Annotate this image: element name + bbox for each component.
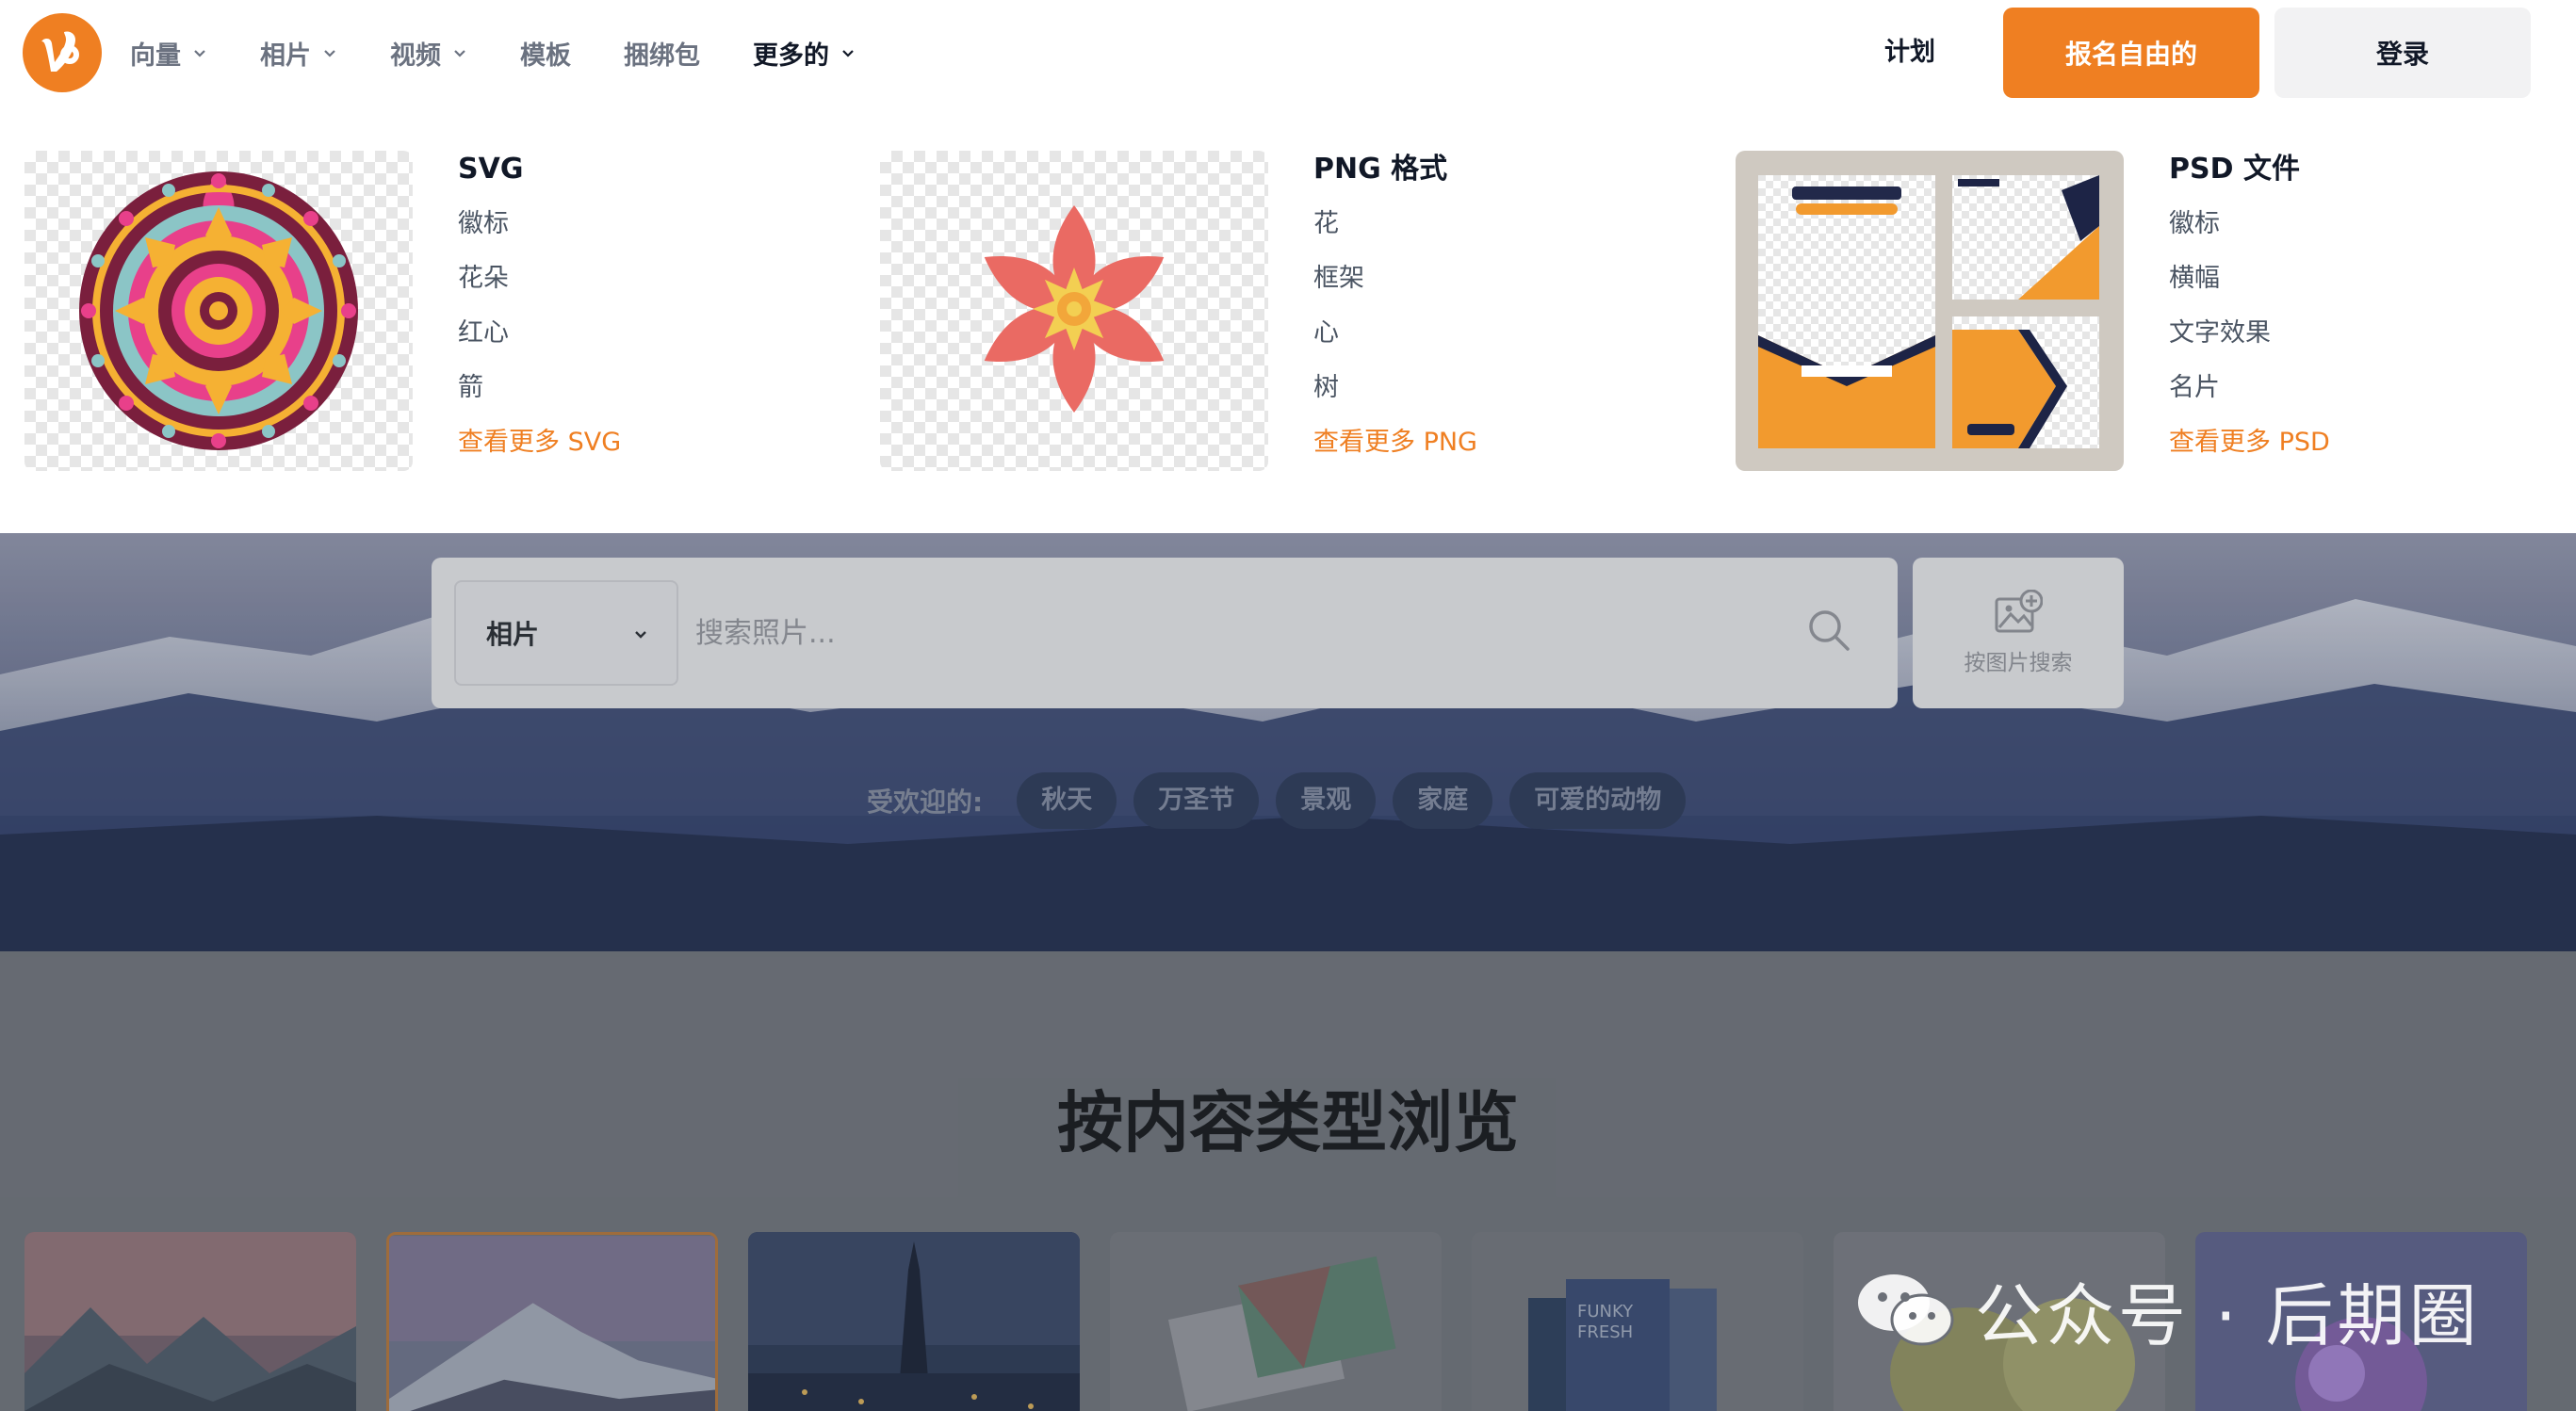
logo-v-icon [41,31,79,72]
dropdown-title-svg[interactable]: SVG [458,151,835,188]
chevron-down-icon [324,50,335,57]
content-card-videos[interactable] [748,1232,1080,1411]
view-more-png-link[interactable]: 查看更多 PNG [1313,424,1690,462]
dropdown-link[interactable]: 红心 [458,315,835,369]
nav-item-label: 视频 [390,41,441,71]
wechat-watermark: 公众号 · 后期圈 [1854,1262,2481,1356]
svg-text:FRESH: FRESH [1577,1322,1633,1342]
content-card-bundles[interactable]: FUNKY FRESH [1472,1232,1803,1411]
dropdown-link[interactable]: 徽标 [458,205,835,260]
browse-title: 按内容类型浏览 [1057,1084,1519,1161]
svg-text:FUNKY: FUNKY [1577,1302,1634,1322]
chevron-down-icon [454,50,465,57]
search-bar: 相片 [432,558,1898,708]
popular-tag-chip[interactable]: 景观 [1276,772,1377,829]
nav-item[interactable]: 相片 [260,35,337,72]
chevron-down-icon [842,50,854,57]
search-by-image-label: 按图片搜索 [1964,651,2073,675]
view-more-svg-link[interactable]: 查看更多 SVG [458,424,835,462]
city-video-thumbnail [748,1232,1080,1411]
nav-item-label: 相片 [260,41,311,71]
dropdown-link[interactable]: 横幅 [2169,260,2546,315]
nav-item-label: 向量 [130,41,181,71]
chevron-down-icon [635,631,646,639]
dropdown-link[interactable]: 树 [1313,369,1690,424]
nav-item-label: 捆绑包 [624,41,700,71]
chevron-down-icon [194,50,205,57]
site-logo[interactable] [23,13,102,92]
dropdown-link[interactable]: 花 [1313,205,1690,260]
content-card-photos[interactable] [386,1232,718,1411]
nav-item[interactable]: 更多的 [753,35,856,72]
dropdown-link[interactable]: 文字效果 [2169,315,2546,369]
main-nav: 向量 相片 视频 模板 捆绑包 更多的 [130,0,908,105]
popular-label: 受欢迎的: [867,787,984,818]
bundle-box-thumbnail: FUNKY FRESH [1472,1232,1803,1411]
nav-item[interactable]: 视频 [390,35,467,72]
nav-item[interactable]: 向量 [130,35,207,72]
popular-tag-chip[interactable]: 秋天 [1017,772,1117,829]
svg-thumbnail[interactable] [24,151,413,471]
dropdown-link[interactable]: 框架 [1313,260,1690,315]
popular-tag-chip[interactable]: 可爱的动物 [1509,772,1687,829]
dropdown-title-png[interactable]: PNG 格式 [1313,151,1690,188]
png-link-list: PNG 格式 花 框架 心 树 查看更多 PNG [1313,151,1690,462]
search-type-select[interactable]: 相片 [454,580,678,686]
psd-link-list: PSD 文件 徽标 横幅 文字效果 名片 查看更多 PSD [2169,151,2546,462]
dropdown-link[interactable]: 徽标 [2169,205,2546,260]
search-input[interactable] [695,595,1732,671]
plan-link[interactable]: 计划 [1884,0,1935,105]
svg-link-list: SVG 徽标 花朵 红心 箭 查看更多 SVG [458,151,835,462]
popular-tag-chip[interactable]: 家庭 [1393,772,1493,829]
flower-image [984,205,1165,413]
landscape-vector-thumbnail [24,1232,356,1411]
poster-templates-image [1758,175,2099,448]
search-type-value: 相片 [486,619,540,650]
png-thumbnail[interactable] [880,151,1268,471]
login-button[interactable]: 登录 [2274,8,2531,98]
top-header: 向量 相片 视频 模板 捆绑包 更多的 计划 报名自由的 登录 [0,0,2576,105]
dropdown-title-psd[interactable]: PSD 文件 [2169,151,2546,188]
nav-item[interactable]: 模板 [520,35,571,72]
nav-item-label: 更多的 [753,41,829,71]
watermark-text: 公众号 · 后期圈 [1975,1275,2481,1355]
content-card-templates[interactable] [1110,1232,1442,1411]
business-card-thumbnail [1110,1232,1442,1411]
dropdown-link[interactable]: 心 [1313,315,1690,369]
hero-search-section: 相片 按图片搜索 受欢迎的: 秋天 万圣节 景观 家庭 可爱的动物 [0,533,2576,951]
nav-item[interactable]: 捆绑包 [624,35,700,72]
dropdown-link[interactable]: 花朵 [458,260,835,315]
popular-tag-chip[interactable]: 万圣节 [1133,772,1260,829]
content-card-vectors[interactable] [24,1232,356,1411]
search-by-image-button[interactable]: 按图片搜索 [1913,558,2124,708]
psd-thumbnail[interactable] [1736,151,2124,471]
dropdown-link[interactable]: 名片 [2169,369,2546,424]
dropdown-link[interactable]: 箭 [458,369,835,424]
view-more-psd-link[interactable]: 查看更多 PSD [2169,424,2546,462]
mandala-image [79,171,358,450]
signup-button[interactable]: 报名自由的 [2003,8,2259,98]
more-dropdown-menu: SVG 徽标 花朵 红心 箭 查看更多 SVG PNG 格式 花 框架 心 树 … [0,105,2576,533]
image-plus-icon [1995,590,2043,633]
search-icon[interactable] [1807,608,1850,652]
popular-tags: 受欢迎的: 秋天 万圣节 景观 家庭 可爱的动物 [867,772,1703,829]
wechat-icon [1858,1274,1954,1346]
nav-item-label: 模板 [520,41,571,71]
mountain-photo-thumbnail [389,1236,715,1411]
